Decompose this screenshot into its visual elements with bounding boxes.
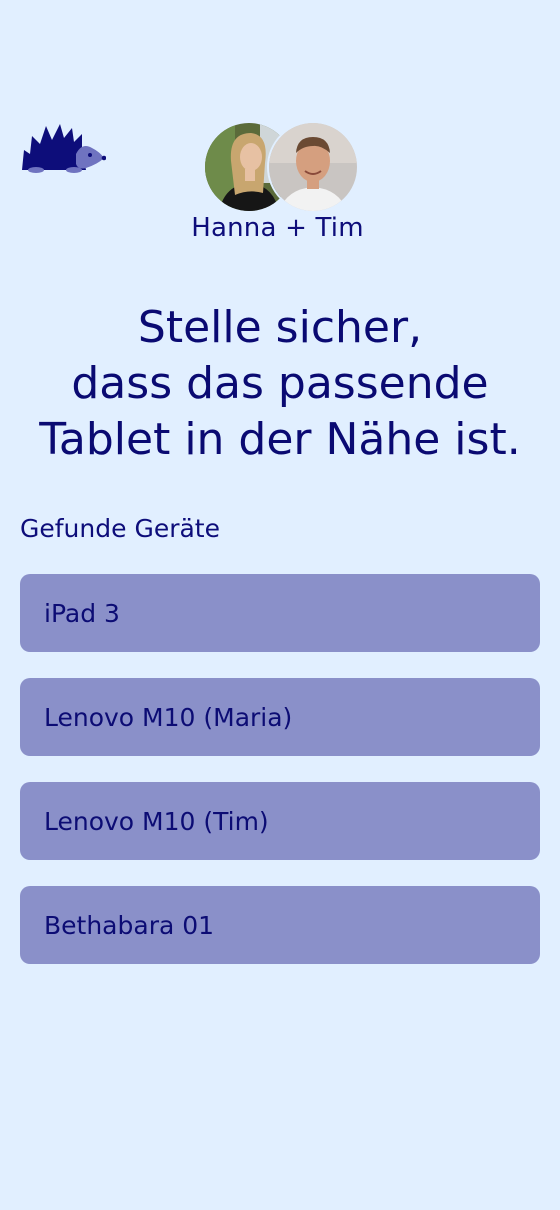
device-item-lenovo-m10-maria[interactable]: Lenovo M10 (Maria) [20, 678, 540, 756]
device-item-label: Lenovo M10 (Tim) [44, 806, 269, 836]
page-title-line-3: Tablet in der Nähe ist. [39, 414, 521, 465]
page-title-line-1: Stelle sicher, [137, 302, 423, 353]
user-avatars [205, 123, 360, 215]
device-item-ipad-3[interactable]: iPad 3 [20, 574, 540, 652]
found-devices-heading: Gefunde Geräte [20, 514, 220, 543]
device-item-label: Bethabara 01 [44, 910, 215, 940]
page-title-line-2: dass das passende [71, 358, 489, 409]
device-item-bethabara-01[interactable]: Bethabara 01 [20, 886, 540, 964]
avatar-tim [269, 123, 357, 211]
device-item-label: Lenovo M10 (Maria) [44, 702, 293, 732]
device-list: iPad 3 Lenovo M10 (Maria) Lenovo M10 (Ti… [20, 574, 540, 990]
device-item-lenovo-m10-tim[interactable]: Lenovo M10 (Tim) [20, 782, 540, 860]
user-names-label: Hanna + Tim [191, 213, 364, 243]
hedgehog-logo-icon [20, 120, 107, 176]
device-item-label: iPad 3 [44, 598, 120, 628]
page-title: Stelle sicher, dass das passende Tablet … [0, 300, 560, 468]
